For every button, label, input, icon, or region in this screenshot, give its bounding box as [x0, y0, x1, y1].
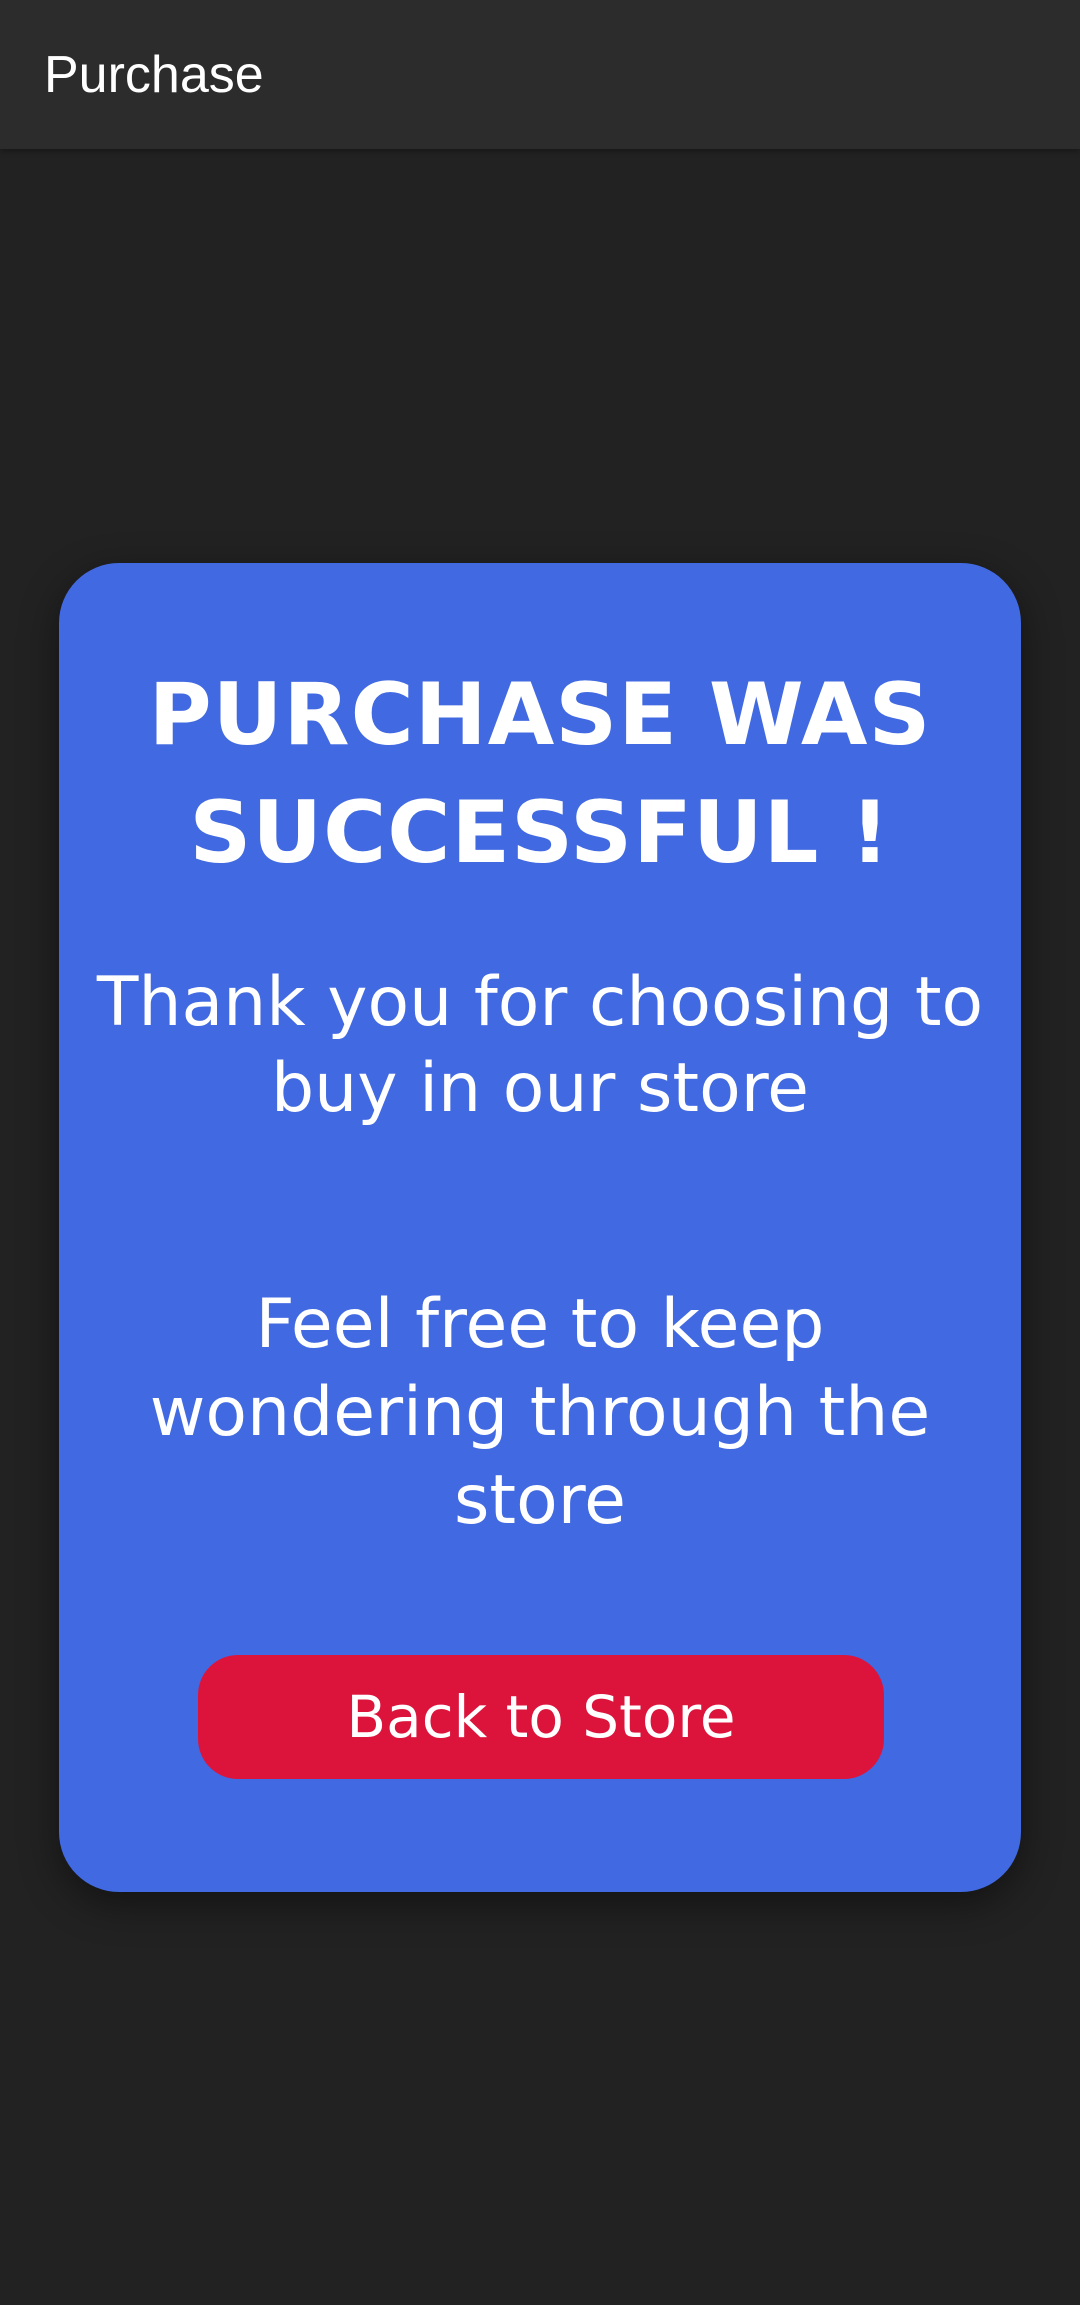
browse-message: Feel free to keep wondering through the …	[149, 1285, 931, 1540]
back-to-store-button[interactable]: Back to Store	[198, 1655, 884, 1779]
success-headline: PURCHASE WAS SUCCESSFUL !	[148, 665, 932, 883]
thanks-message: Thank you for choosing to buy in our sto…	[96, 963, 984, 1128]
purchase-success-card: PURCHASE WAS SUCCESSFUL ! Thank you for …	[59, 563, 1021, 1892]
app-bar: Purchase	[0, 0, 1080, 149]
page-title: Purchase	[44, 46, 264, 104]
